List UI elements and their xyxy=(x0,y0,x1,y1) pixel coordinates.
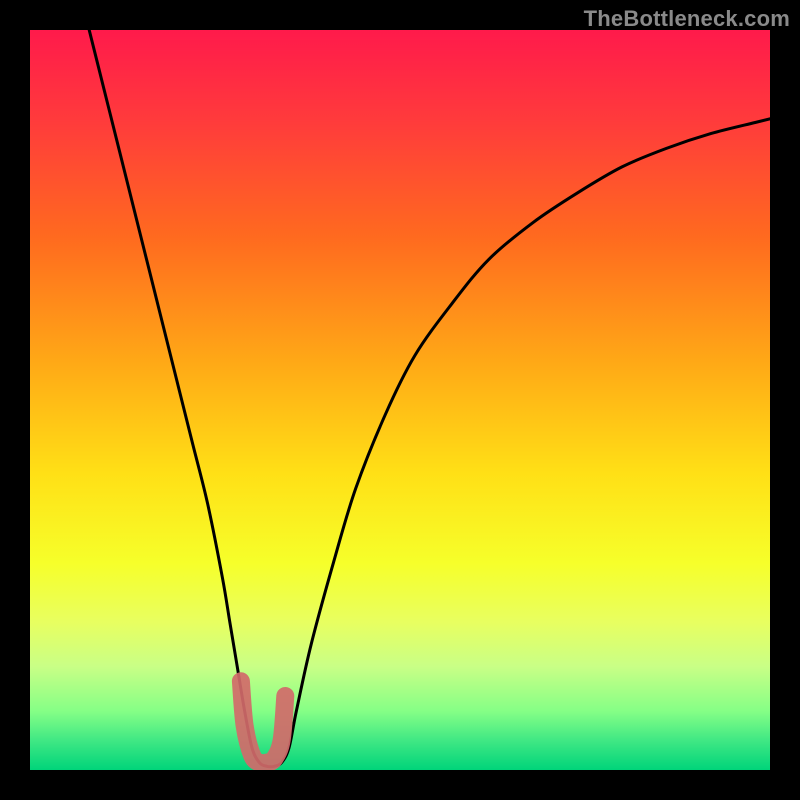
plot-area xyxy=(30,30,770,770)
watermark-label: TheBottleneck.com xyxy=(584,6,790,32)
chart-frame: TheBottleneck.com xyxy=(0,0,800,800)
chart-canvas xyxy=(30,30,770,770)
gradient-background xyxy=(30,30,770,770)
